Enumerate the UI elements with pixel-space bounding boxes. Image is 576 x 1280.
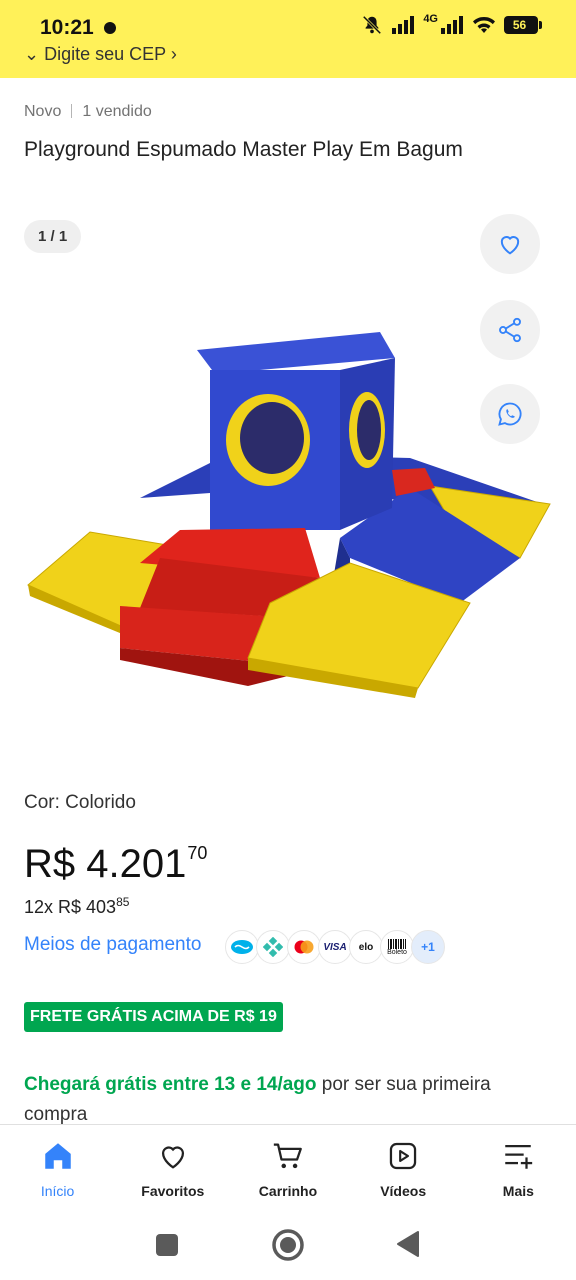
muted-bell-icon [363, 15, 382, 35]
mastercard-icon [287, 930, 321, 964]
price-cents: 70 [187, 843, 208, 863]
sold-count: 1 vendido [82, 103, 152, 120]
video-icon [389, 1142, 417, 1170]
whatsapp-share-button[interactable] [480, 384, 540, 444]
divider [71, 104, 73, 118]
battery-icon: 56 [504, 16, 542, 34]
home-icon [44, 1143, 71, 1169]
notification-dot-icon [104, 22, 116, 34]
arrival-date: Chegará grátis entre 13 e 14/ago [24, 1074, 317, 1095]
bottom-navigation: Início Favoritos Carrinho Vídeos Mais [0, 1124, 576, 1212]
battery-level: 56 [512, 18, 527, 32]
back-triangle-icon[interactable] [396, 1230, 420, 1258]
mercado-pago-icon [225, 930, 259, 964]
more-payment-methods[interactable]: +1 [411, 930, 445, 964]
share-button[interactable] [480, 300, 540, 360]
free-shipping-badge: FRETE GRÁTIS ACIMA DE R$ 19 [24, 1002, 283, 1032]
visa-icon: VISA [318, 930, 352, 964]
product-title: Playground Espumado Master Play Em Bagum [24, 138, 463, 161]
pix-icon [256, 930, 290, 964]
share-icon [499, 317, 521, 343]
status-icons: 4G 56 [361, 13, 542, 36]
cep-prompt[interactable]: ⌄ Digite seu CEP › [24, 44, 177, 65]
signal-4g-icon [441, 16, 463, 34]
arrival-estimate: Chegará grátis entre 13 e 14/ago por ser… [24, 1070, 544, 1130]
product-condition: Novo 1 vendido [24, 103, 152, 121]
installment-cents: 85 [116, 895, 130, 909]
signal-icon [392, 16, 415, 34]
status-time: 10:21 [40, 16, 94, 39]
cep-prompt-label: Digite seu CEP [44, 44, 166, 64]
installment: 12x R$ 40385 [24, 895, 129, 918]
image-counter: 1 / 1 [24, 220, 82, 253]
visa-label: VISA [323, 941, 347, 953]
payment-icons[interactable]: VISA elo Boleto +1 [225, 930, 445, 964]
heart-icon [161, 1146, 184, 1169]
nav-inicio[interactable]: Início [3, 1125, 113, 1212]
boleto-label: Boleto [387, 948, 407, 956]
product-image[interactable] [20, 258, 560, 698]
installment-main: 12x R$ 403 [24, 897, 117, 917]
nav-label: Início [40, 1183, 75, 1199]
nav-videos[interactable]: Vídeos [348, 1125, 458, 1212]
favorite-button[interactable] [480, 214, 540, 274]
price: R$ 4.20170 [24, 842, 207, 887]
home-circle-icon[interactable] [271, 1228, 305, 1262]
variant-color: Cor: Colorido [24, 792, 136, 813]
nav-label: Mais [502, 1183, 534, 1199]
nav-carrinho[interactable]: Carrinho [233, 1125, 343, 1212]
nav-label: Carrinho [258, 1183, 318, 1199]
heart-icon [500, 236, 520, 255]
cart-icon [273, 1143, 302, 1169]
nav-label: Vídeos [380, 1183, 427, 1199]
product-gallery[interactable]: 1 / 1 [0, 198, 576, 758]
system-navigation-bar [0, 1212, 576, 1280]
top-header: 10:21 4G 56 ⌄ Digite seu CEP › [0, 0, 576, 78]
elo-icon: elo [349, 930, 383, 964]
nav-favoritos[interactable]: Favoritos [118, 1125, 228, 1212]
nav-mais[interactable]: Mais [463, 1125, 573, 1212]
whatsapp-icon [498, 402, 522, 426]
menu-plus-icon [505, 1144, 533, 1169]
nav-label: Favoritos [141, 1183, 205, 1199]
payment-methods-link[interactable]: Meios de pagamento [24, 934, 201, 956]
price-main: R$ 4.201 [24, 842, 187, 886]
elo-label: elo [358, 941, 374, 953]
boleto-icon: Boleto [380, 930, 414, 964]
wifi-icon [473, 17, 495, 33]
network-type: 4G [423, 13, 438, 25]
recents-square-icon[interactable] [154, 1232, 180, 1258]
condition-label: Novo [24, 103, 62, 120]
